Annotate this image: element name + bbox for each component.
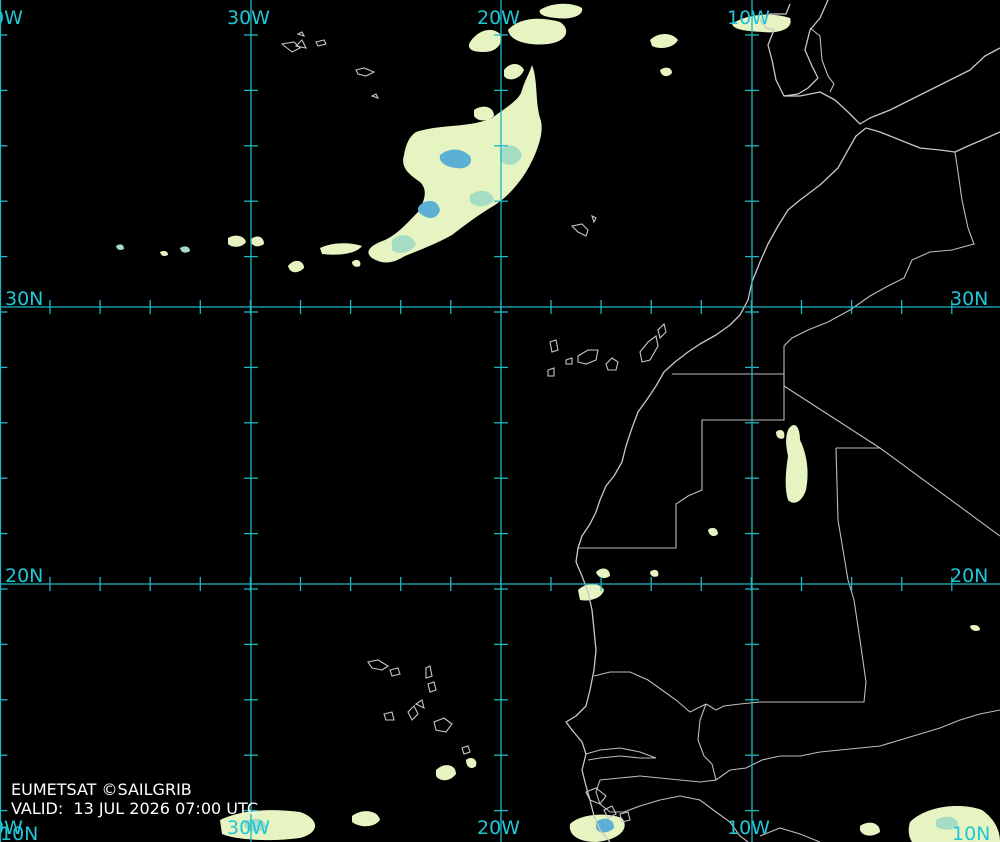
lat-label-right-30n: 30N (950, 288, 988, 310)
lat-label-left-30n: 30N (5, 288, 43, 310)
lon-label-bottom-1: 30W (227, 817, 270, 839)
valid-time-line: VALID: 13 JUL 2026 07:00 UTC (11, 799, 258, 818)
lon-label-bottom-4: 10N (952, 823, 990, 842)
valid-time: 13 JUL 2026 07:00 UTC (73, 799, 258, 818)
valid-label: VALID: (11, 799, 64, 818)
lon-label-top-0: 0W (0, 7, 23, 29)
lat-label-left-10n: 10N (0, 823, 38, 842)
lon-label-bottom-2: 20W (477, 817, 520, 839)
lat-label-right-20n: 20N (950, 565, 988, 587)
lat-label-left-20n: 20N (5, 565, 43, 587)
lon-label-bottom-3: 10W (727, 817, 770, 839)
credit-text: EUMETSAT ©SAILGRIB (11, 780, 192, 799)
lon-label-top-1: 30W (227, 7, 270, 29)
lon-label-top-2: 20W (477, 7, 520, 29)
lon-label-top-3: 10W (727, 7, 770, 29)
satellite-map: 0W 30W 20W 10W 0W 30W 20W 10W 10N 30N 30… (0, 0, 1000, 842)
